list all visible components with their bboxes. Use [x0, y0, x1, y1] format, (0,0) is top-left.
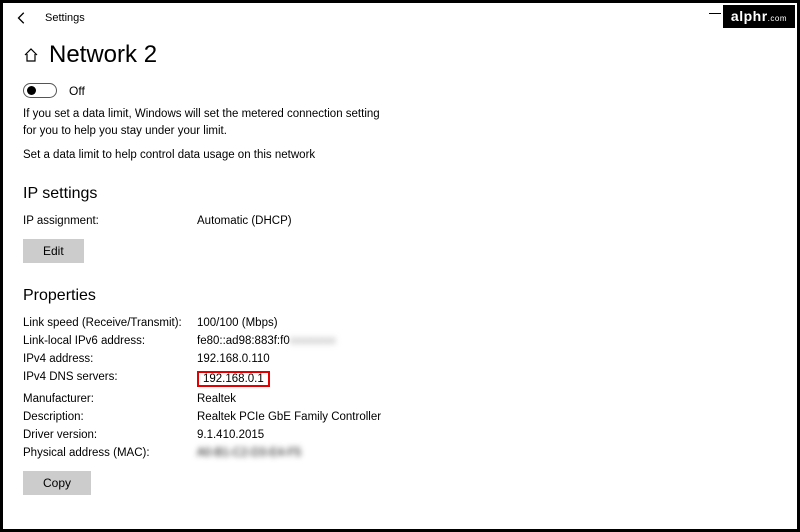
ip-settings-heading: IP settings: [23, 185, 777, 203]
minimize-button[interactable]: [709, 13, 721, 14]
table-row: Description: Realtek PCIe GbE Family Con…: [23, 411, 777, 423]
table-row: Link speed (Receive/Transmit): 100/100 (…: [23, 317, 777, 329]
dns-highlight: 192.168.0.1: [197, 371, 270, 387]
title-bar: Settings: [3, 3, 797, 29]
properties-section: Properties Link speed (Receive/Transmit)…: [23, 287, 777, 495]
page-title: Network 2: [49, 41, 157, 69]
metered-toggle-label: Off: [69, 84, 85, 98]
ip-assignment-value: Automatic (DHCP): [197, 215, 292, 227]
ip-settings-section: IP settings IP assignment: Automatic (DH…: [23, 185, 777, 263]
metered-toggle[interactable]: [23, 83, 57, 98]
data-limit-link[interactable]: Set a data limit to help control data us…: [23, 149, 315, 161]
app-title: Settings: [45, 12, 85, 24]
watermark-suffix: .com: [768, 14, 787, 23]
redacted-text: xxxxxxxx: [290, 335, 336, 347]
table-row: IPv4 DNS servers: 192.168.0.1: [23, 371, 777, 387]
table-row: IPv4 address: 192.168.0.110: [23, 353, 777, 365]
properties-heading: Properties: [23, 287, 777, 305]
copy-button[interactable]: Copy: [23, 471, 91, 495]
table-row: Driver version: 9.1.410.2015: [23, 429, 777, 441]
site-watermark: alphr.com: [723, 5, 795, 28]
redacted-text: A0-B1-C2-D3-E4-F5: [197, 447, 301, 459]
table-row: Manufacturer: Realtek: [23, 393, 777, 405]
table-row: Link-local IPv6 address: fe80::ad98:883f…: [23, 335, 777, 347]
home-icon[interactable]: [23, 47, 39, 63]
edit-button[interactable]: Edit: [23, 239, 84, 263]
table-row: Physical address (MAC): A0-B1-C2-D3-E4-F…: [23, 447, 777, 459]
back-icon[interactable]: [15, 11, 29, 25]
watermark-brand: alphr: [731, 8, 768, 24]
ip-assignment-label: IP assignment:: [23, 215, 197, 227]
metered-description: If you set a data limit, Windows will se…: [23, 106, 503, 139]
